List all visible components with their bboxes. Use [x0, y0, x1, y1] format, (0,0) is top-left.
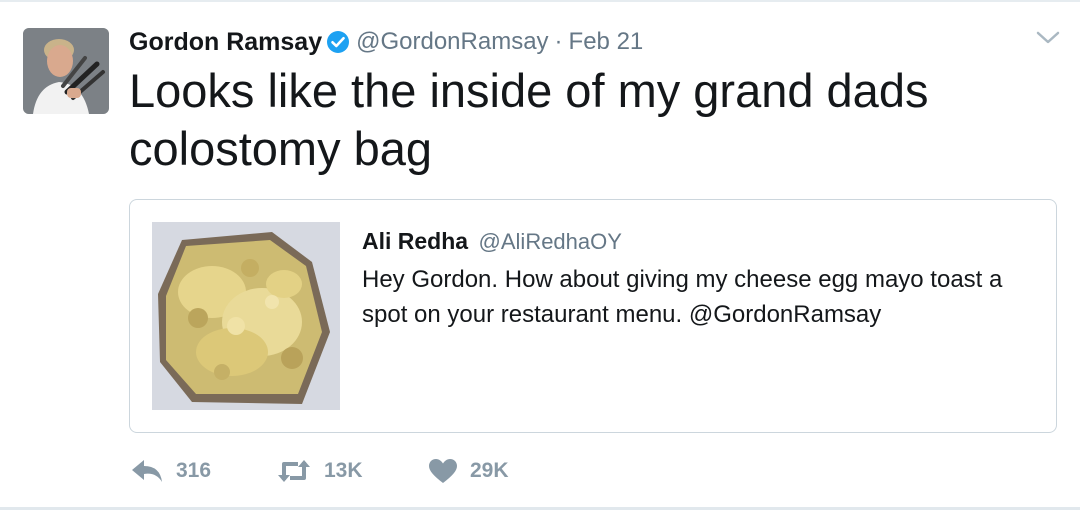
tweet-header: Gordon Ramsay @GordonRamsay · Feb 21 — [129, 22, 643, 62]
avatar-photo — [23, 28, 109, 114]
reply-icon — [132, 460, 162, 482]
tweet-date[interactable]: Feb 21 — [569, 28, 644, 56]
quoted-tweet-card[interactable]: Ali Redha @AliRedhaOY Hey Gordon. How ab… — [129, 199, 1057, 433]
chevron-down-icon[interactable] — [1035, 29, 1061, 47]
author-name[interactable]: Gordon Ramsay — [129, 28, 322, 57]
retweet-button[interactable]: 13K — [276, 458, 406, 484]
retweet-count: 13K — [324, 459, 363, 482]
verified-badge-icon — [326, 30, 350, 54]
like-button[interactable]: 29K — [428, 458, 509, 484]
retweet-icon — [278, 460, 310, 482]
quoted-author-name[interactable]: Ali Redha — [362, 228, 468, 254]
top-divider — [0, 0, 1080, 2]
like-count: 29K — [470, 459, 509, 482]
reply-button[interactable]: 316 — [130, 458, 250, 484]
reply-count: 316 — [176, 459, 212, 482]
heart-icon — [429, 459, 457, 483]
header-separator: · — [554, 28, 563, 55]
tweet-actions: 316 13K 29K — [130, 455, 509, 487]
quoted-author-handle[interactable]: @AliRedhaOY — [479, 229, 622, 254]
quoted-tweet-image[interactable] — [152, 222, 340, 410]
toast-photo — [152, 222, 340, 410]
quoted-tweet-text: Hey Gordon. How about giving my cheese e… — [362, 266, 1003, 328]
tweet-text: Looks like the inside of my grand dads c… — [129, 64, 929, 175]
quoted-tweet-header: Ali Redha @AliRedhaOY — [362, 228, 622, 255]
bottom-divider — [0, 507, 1080, 510]
author-avatar[interactable] — [23, 28, 109, 114]
author-handle[interactable]: @GordonRamsay — [356, 28, 548, 56]
